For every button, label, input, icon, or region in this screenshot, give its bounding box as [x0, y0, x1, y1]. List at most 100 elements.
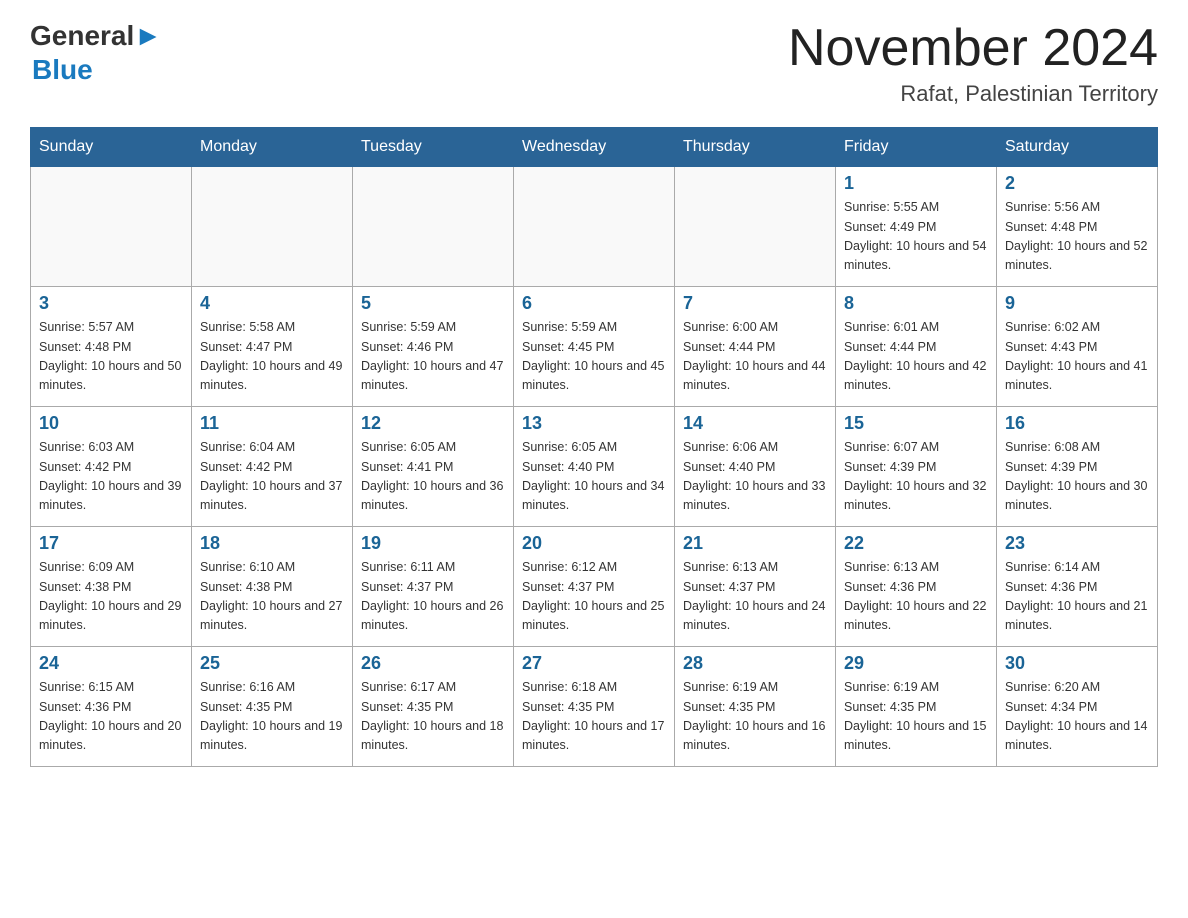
calendar-cell: 21 Sunrise: 6:13 AMSunset: 4:37 PMDayligh…: [675, 527, 836, 647]
day-number: 3: [39, 293, 183, 314]
day-info: Sunrise: 6:13 AMSunset: 4:36 PMDaylight:…: [844, 558, 988, 636]
calendar-cell: 1 Sunrise: 5:55 AMSunset: 4:49 PMDaylight…: [836, 167, 997, 287]
calendar-cell: 22 Sunrise: 6:13 AMSunset: 4:36 PMDayligh…: [836, 527, 997, 647]
calendar-header-saturday: Saturday: [997, 128, 1158, 167]
day-info: Sunrise: 6:16 AMSunset: 4:35 PMDaylight:…: [200, 678, 344, 756]
calendar-header-tuesday: Tuesday: [353, 128, 514, 167]
day-info: Sunrise: 6:05 AMSunset: 4:41 PMDaylight:…: [361, 438, 505, 516]
day-number: 22: [844, 533, 988, 554]
day-info: Sunrise: 5:57 AMSunset: 4:48 PMDaylight:…: [39, 318, 183, 396]
calendar-cell: 8Sunrise: 6:01 AMSunset: 4:44 PMDaylight…: [836, 287, 997, 407]
day-info: Sunrise: 6:13 AMSunset: 4:37 PMDaylight:…: [683, 558, 827, 636]
day-number: 6: [522, 293, 666, 314]
calendar-cell: 6 Sunrise: 5:59 AMSunset: 4:45 PMDaylight…: [514, 287, 675, 407]
day-number: 25: [200, 653, 344, 674]
calendar-cell: 5 Sunrise: 5:59 AMSunset: 4:46 PMDaylight…: [353, 287, 514, 407]
day-info: Sunrise: 6:10 AMSunset: 4:38 PMDaylight:…: [200, 558, 344, 636]
day-number: 21: [683, 533, 827, 554]
day-info: Sunrise: 6:19 AMSunset: 4:35 PMDaylight:…: [844, 678, 988, 756]
day-info: Sunrise: 6:19 AMSunset: 4:35 PMDaylight:…: [683, 678, 827, 756]
calendar-cell: 11 Sunrise: 6:04 AMSunset: 4:42 PMDayligh…: [192, 407, 353, 527]
day-info: Sunrise: 6:08 AMSunset: 4:39 PMDaylight:…: [1005, 438, 1149, 516]
day-number: 24: [39, 653, 183, 674]
calendar-cell: 30 Sunrise: 6:20 AMSunset: 4:34 PMDayligh…: [997, 647, 1158, 767]
logo: General ► Blue: [30, 20, 162, 86]
logo-blue-text: ►: [134, 20, 162, 52]
calendar-header-row: SundayMondayTuesdayWednesdayThursdayFrid…: [31, 128, 1158, 167]
day-number: 2: [1005, 173, 1149, 194]
day-info: Sunrise: 6:15 AMSunset: 4:36 PMDaylight:…: [39, 678, 183, 756]
day-info: Sunrise: 6:14 AMSunset: 4:36 PMDaylight:…: [1005, 558, 1149, 636]
calendar-cell: 3 Sunrise: 5:57 AMSunset: 4:48 PMDaylight…: [31, 287, 192, 407]
calendar-cell: 12 Sunrise: 6:05 AMSunset: 4:41 PMDayligh…: [353, 407, 514, 527]
calendar-header-wednesday: Wednesday: [514, 128, 675, 167]
calendar-week-row: 1 Sunrise: 5:55 AMSunset: 4:49 PMDaylight…: [31, 167, 1158, 287]
day-info: Sunrise: 6:17 AMSunset: 4:35 PMDaylight:…: [361, 678, 505, 756]
day-info: Sunrise: 5:55 AMSunset: 4:49 PMDaylight:…: [844, 198, 988, 276]
day-info: Sunrise: 6:00 AMSunset: 4:44 PMDaylight:…: [683, 318, 827, 396]
calendar-cell: 23 Sunrise: 6:14 AMSunset: 4:36 PMDayligh…: [997, 527, 1158, 647]
day-info: Sunrise: 6:11 AMSunset: 4:37 PMDaylight:…: [361, 558, 505, 636]
calendar-cell: 26 Sunrise: 6:17 AMSunset: 4:35 PMDayligh…: [353, 647, 514, 767]
calendar-cell: 29Sunrise: 6:19 AMSunset: 4:35 PMDayligh…: [836, 647, 997, 767]
day-info: Sunrise: 6:20 AMSunset: 4:34 PMDaylight:…: [1005, 678, 1149, 756]
day-info: Sunrise: 6:07 AMSunset: 4:39 PMDaylight:…: [844, 438, 988, 516]
day-number: 17: [39, 533, 183, 554]
logo-blue-word: Blue: [32, 54, 93, 86]
day-info: Sunrise: 6:05 AMSunset: 4:40 PMDaylight:…: [522, 438, 666, 516]
calendar-header-sunday: Sunday: [31, 128, 192, 167]
day-info: Sunrise: 6:03 AMSunset: 4:42 PMDaylight:…: [39, 438, 183, 516]
day-number: 13: [522, 413, 666, 434]
day-info: Sunrise: 5:59 AMSunset: 4:45 PMDaylight:…: [522, 318, 666, 396]
calendar-week-row: 24 Sunrise: 6:15 AMSunset: 4:36 PMDayligh…: [31, 647, 1158, 767]
calendar-cell: [675, 167, 836, 287]
calendar-week-row: 3 Sunrise: 5:57 AMSunset: 4:48 PMDaylight…: [31, 287, 1158, 407]
day-info: Sunrise: 5:58 AMSunset: 4:47 PMDaylight:…: [200, 318, 344, 396]
logo-general: General: [30, 20, 134, 52]
day-number: 5: [361, 293, 505, 314]
calendar-header-monday: Monday: [192, 128, 353, 167]
calendar-cell: 15Sunrise: 6:07 AMSunset: 4:39 PMDayligh…: [836, 407, 997, 527]
day-number: 14: [683, 413, 827, 434]
calendar-cell: [514, 167, 675, 287]
calendar-cell: 4Sunrise: 5:58 AMSunset: 4:47 PMDaylight…: [192, 287, 353, 407]
calendar-cell: 18 Sunrise: 6:10 AMSunset: 4:38 PMDayligh…: [192, 527, 353, 647]
title-section: November 2024 Rafat, Palestinian Territo…: [788, 20, 1158, 107]
calendar-cell: [192, 167, 353, 287]
calendar-cell: 9 Sunrise: 6:02 AMSunset: 4:43 PMDaylight…: [997, 287, 1158, 407]
day-number: 23: [1005, 533, 1149, 554]
day-number: 1: [844, 173, 988, 194]
calendar-week-row: 10 Sunrise: 6:03 AMSunset: 4:42 PMDayligh…: [31, 407, 1158, 527]
day-number: 28: [683, 653, 827, 674]
calendar-cell: 19 Sunrise: 6:11 AMSunset: 4:37 PMDayligh…: [353, 527, 514, 647]
calendar-cell: 27Sunrise: 6:18 AMSunset: 4:35 PMDayligh…: [514, 647, 675, 767]
day-number: 7: [683, 293, 827, 314]
day-number: 11: [200, 413, 344, 434]
calendar-cell: 16 Sunrise: 6:08 AMSunset: 4:39 PMDayligh…: [997, 407, 1158, 527]
day-number: 12: [361, 413, 505, 434]
day-number: 27: [522, 653, 666, 674]
calendar-cell: 7 Sunrise: 6:00 AMSunset: 4:44 PMDaylight…: [675, 287, 836, 407]
calendar-week-row: 17Sunrise: 6:09 AMSunset: 4:38 PMDayligh…: [31, 527, 1158, 647]
day-number: 19: [361, 533, 505, 554]
day-number: 9: [1005, 293, 1149, 314]
day-info: Sunrise: 6:04 AMSunset: 4:42 PMDaylight:…: [200, 438, 344, 516]
day-number: 30: [1005, 653, 1149, 674]
day-number: 10: [39, 413, 183, 434]
calendar-cell: 2Sunrise: 5:56 AMSunset: 4:48 PMDaylight…: [997, 167, 1158, 287]
calendar-header-friday: Friday: [836, 128, 997, 167]
page-header: General ► Blue November 2024 Rafat, Pale…: [30, 20, 1158, 107]
calendar-cell: 25 Sunrise: 6:16 AMSunset: 4:35 PMDayligh…: [192, 647, 353, 767]
day-number: 18: [200, 533, 344, 554]
calendar-cell: 24 Sunrise: 6:15 AMSunset: 4:36 PMDayligh…: [31, 647, 192, 767]
day-info: Sunrise: 6:06 AMSunset: 4:40 PMDaylight:…: [683, 438, 827, 516]
day-number: 26: [361, 653, 505, 674]
calendar-cell: 20Sunrise: 6:12 AMSunset: 4:37 PMDayligh…: [514, 527, 675, 647]
day-info: Sunrise: 5:59 AMSunset: 4:46 PMDaylight:…: [361, 318, 505, 396]
day-info: Sunrise: 6:02 AMSunset: 4:43 PMDaylight:…: [1005, 318, 1149, 396]
calendar-header-thursday: Thursday: [675, 128, 836, 167]
day-number: 16: [1005, 413, 1149, 434]
calendar-cell: 28 Sunrise: 6:19 AMSunset: 4:35 PMDayligh…: [675, 647, 836, 767]
calendar-cell: 13 Sunrise: 6:05 AMSunset: 4:40 PMDayligh…: [514, 407, 675, 527]
calendar-cell: 10 Sunrise: 6:03 AMSunset: 4:42 PMDayligh…: [31, 407, 192, 527]
